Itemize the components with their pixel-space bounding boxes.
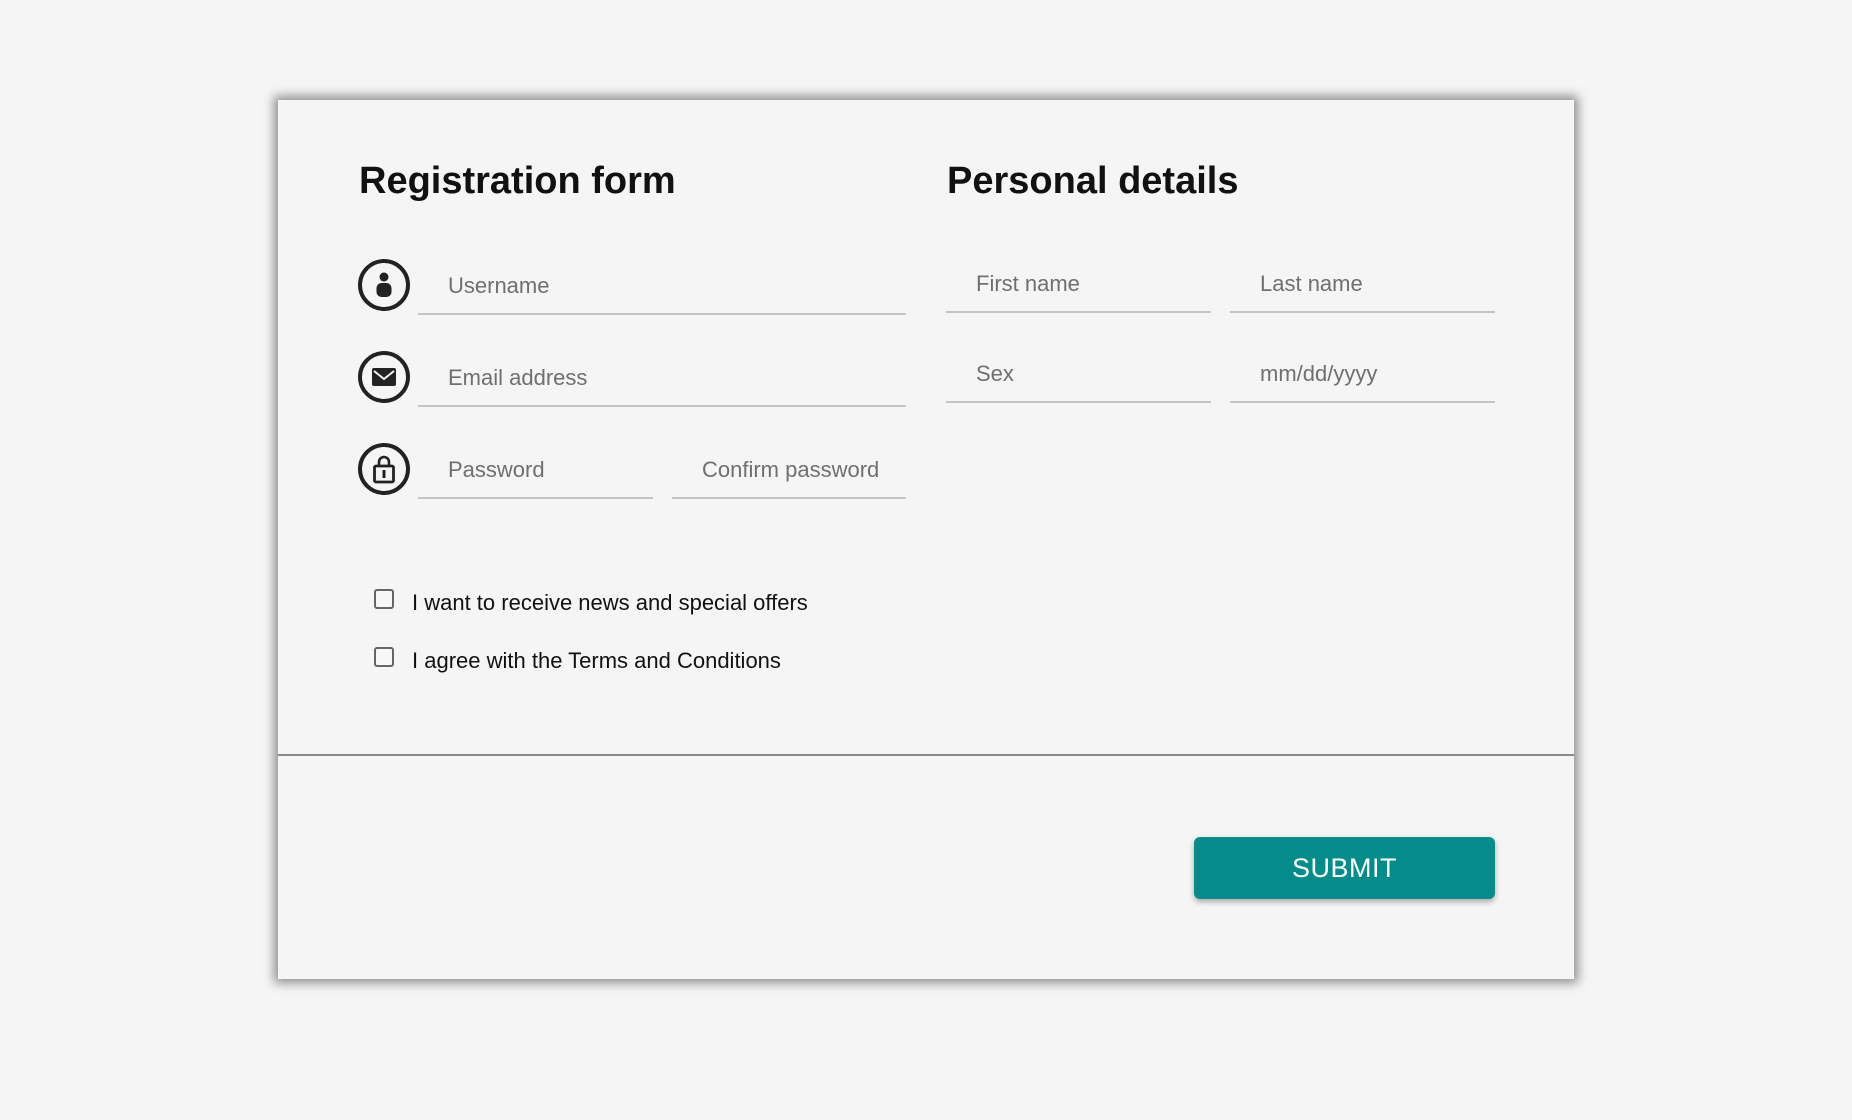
password-input[interactable] <box>418 443 653 497</box>
terms-checkbox-row[interactable]: I agree with the Terms and Conditions <box>374 647 781 674</box>
envelope-icon <box>358 351 410 403</box>
news-offers-checkbox-row[interactable]: I want to receive news and special offer… <box>374 589 808 616</box>
registration-form-title: Registration form <box>359 160 676 202</box>
lock-icon <box>358 443 410 495</box>
username-input[interactable] <box>418 259 906 313</box>
confirm-password-field <box>672 443 906 499</box>
sex-input[interactable] <box>946 347 1211 401</box>
divider <box>278 754 1574 756</box>
submit-button[interactable]: SUBMIT <box>1194 837 1495 899</box>
password-field <box>418 443 653 499</box>
first-name-input[interactable] <box>946 257 1211 311</box>
email-input[interactable] <box>418 351 906 405</box>
sex-field <box>946 347 1211 403</box>
confirm-password-input[interactable] <box>672 443 906 497</box>
first-name-field <box>946 257 1211 313</box>
personal-details-title: Personal details <box>947 160 1239 202</box>
birthdate-input[interactable] <box>1230 347 1495 401</box>
last-name-input[interactable] <box>1230 257 1495 311</box>
registration-card: Registration form Personal details Usern… <box>278 100 1574 979</box>
birthdate-field <box>1230 347 1495 403</box>
terms-label: I agree with the Terms and Conditions <box>412 648 781 673</box>
username-field <box>418 259 906 315</box>
terms-checkbox[interactable] <box>374 647 394 667</box>
news-offers-checkbox[interactable] <box>374 589 394 609</box>
news-offers-label: I want to receive news and special offer… <box>412 590 808 615</box>
user-icon <box>358 259 410 311</box>
email-field <box>418 351 906 407</box>
last-name-field <box>1230 257 1495 313</box>
